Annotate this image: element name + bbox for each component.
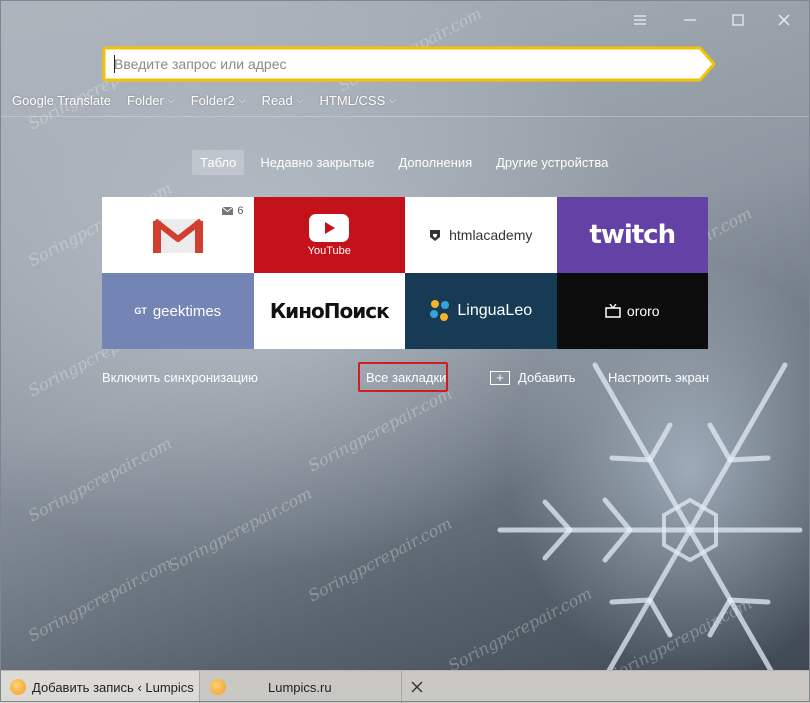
bookmark-label: Folder2	[190, 92, 235, 108]
tile-twitch[interactable]: twitch	[556, 197, 708, 273]
minimize-button[interactable]	[677, 8, 703, 32]
kinopoisk-logo: КиноПоиск	[269, 299, 390, 323]
taskbar-tab[interactable]: Lumpics.ru	[200, 671, 402, 703]
taskbar-tab-label: Добавить запись ‹ Lumpics	[32, 679, 194, 695]
tile-gmail[interactable]: 6	[102, 197, 254, 273]
tile-geektimes[interactable]: GT geektimes	[102, 273, 254, 349]
bookmark-label: HTML/CSS	[319, 92, 386, 108]
geektimes-label: geektimes	[152, 302, 222, 320]
tile-ororo[interactable]: ororo	[556, 273, 708, 349]
ororo-label: ororo	[626, 303, 660, 319]
maximize-icon	[732, 14, 744, 26]
tab-recently-closed[interactable]: Недавно закрытые	[252, 150, 382, 175]
orange-icon	[10, 679, 26, 695]
chevron-down-icon: ⌵	[389, 94, 397, 105]
plus-icon: +	[490, 370, 510, 385]
watermark: Soringpcrepair.com	[164, 483, 315, 576]
minimize-icon	[684, 19, 696, 21]
address-bar[interactable]	[102, 46, 716, 82]
watermark: Soringpcrepair.com	[24, 433, 175, 526]
envelope-icon	[222, 207, 234, 215]
bookmark-google-translate[interactable]: Google Translate	[12, 91, 111, 109]
maximize-button[interactable]	[725, 8, 751, 32]
taskbar-tab-label: Lumpics.ru	[268, 679, 332, 695]
tile-kinopoisk[interactable]: КиноПоиск	[253, 273, 405, 349]
chevron-down-icon: ⌵	[167, 94, 175, 105]
geektimes-prefix: GT	[134, 306, 147, 316]
address-input[interactable]	[114, 53, 674, 75]
bookmark-read[interactable]: Read ⌵	[262, 91, 304, 109]
watermark: Soringpcrepair.com	[304, 513, 455, 606]
mail-count: 6	[237, 205, 244, 217]
add-label: Добавить	[518, 370, 576, 385]
close-icon	[411, 681, 423, 693]
customize-screen-link[interactable]: Настроить экран	[608, 370, 709, 385]
bookmark-label: Read	[261, 92, 293, 108]
speed-dial-grid: 6 YouTube htmlacademy twitch GT geektime…	[102, 197, 708, 349]
hamburger-icon	[634, 15, 646, 25]
bookmark-label: Google Translate	[12, 92, 112, 108]
chevron-down-icon: ⌵	[238, 94, 246, 105]
tile-htmlacademy[interactable]: htmlacademy	[405, 197, 557, 273]
bookmark-folder2[interactable]: Folder2 ⌵	[191, 91, 246, 109]
tv-icon	[605, 304, 621, 318]
watermark: Soringpcrepair.com	[24, 553, 175, 646]
htmlacademy-logo-icon	[430, 229, 441, 241]
tab-tablo[interactable]: Табло	[192, 150, 245, 175]
htmlacademy-label: htmlacademy	[449, 227, 533, 243]
lingualeo-logo-icon	[430, 300, 450, 321]
bookmark-label: Folder	[127, 92, 164, 108]
tile-youtube[interactable]: YouTube	[253, 197, 405, 273]
mail-count-badge: 6	[222, 205, 244, 217]
close-icon	[778, 14, 790, 26]
highlight-frame	[358, 362, 448, 392]
menu-button[interactable]	[627, 8, 653, 32]
close-button[interactable]	[771, 8, 797, 32]
add-tile-button[interactable]: + Добавить	[490, 370, 575, 385]
bookmark-html-css[interactable]: HTML/CSS ⌵	[320, 91, 397, 109]
close-tab-button[interactable]	[402, 671, 432, 703]
tab-other-devices[interactable]: Другие устройства	[488, 150, 616, 175]
bookmarks-bar: Google Translate Folder ⌵ Folder2 ⌵ Read ⌵ …	[12, 91, 396, 109]
newtab-tabs: Табло Недавно закрытые Дополнения Другие…	[192, 150, 624, 175]
taskbar-tab[interactable]: Добавить запись ‹ Lumpics	[0, 671, 200, 703]
bookmark-folder[interactable]: Folder ⌵	[127, 91, 175, 109]
chevron-down-icon: ⌵	[296, 94, 304, 105]
orange-icon	[210, 679, 226, 695]
gmail-logo-icon	[152, 218, 203, 253]
tile-lingualeo[interactable]: LinguaLeo	[405, 273, 557, 349]
watermark: Soringpcrepair.com	[304, 383, 455, 476]
youtube-label: YouTube	[307, 244, 351, 257]
enable-sync-link[interactable]: Включить синхронизацию	[102, 370, 258, 385]
lingualeo-label: LinguaLeo	[457, 302, 533, 319]
youtube-play-icon	[309, 213, 350, 242]
tab-addons[interactable]: Дополнения	[390, 150, 480, 175]
twitch-logo: twitch	[589, 220, 676, 250]
taskbar: Добавить запись ‹ Lumpics Lumpics.ru	[0, 670, 810, 703]
bookmarks-divider	[0, 116, 810, 117]
